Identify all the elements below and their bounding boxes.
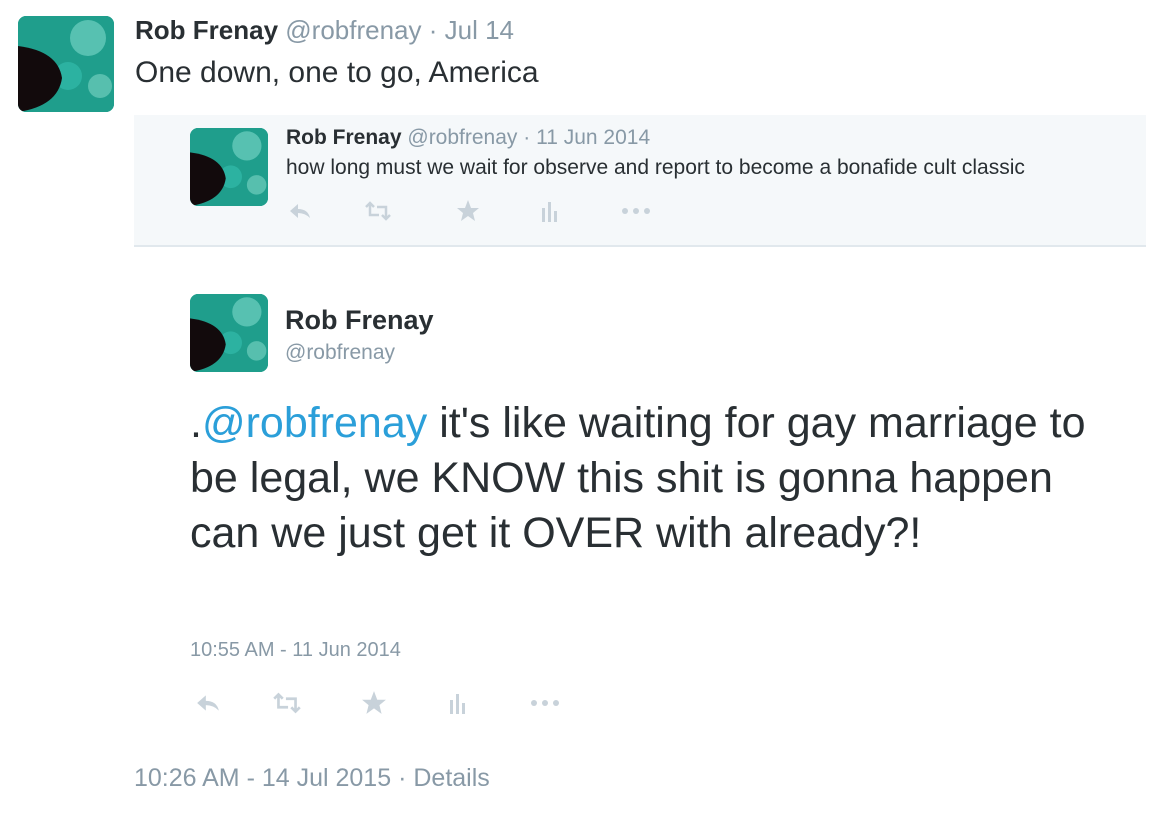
- quoted-tweet-actions: [286, 199, 652, 223]
- retweet-icon[interactable]: [362, 201, 394, 221]
- analytics-icon[interactable]: [446, 692, 470, 714]
- more-icon[interactable]: [620, 207, 652, 215]
- author-handle[interactable]: @robfrenay: [407, 126, 517, 149]
- quoted-tweet-text: how long must we wait for observe and re…: [286, 156, 1025, 179]
- tweet-header: Rob Frenay @robfrenay · Jul 14: [135, 15, 514, 46]
- separator: ·: [428, 15, 438, 45]
- tweet-timestamp[interactable]: 10:26 AM - 14 Jul 2015: [134, 764, 391, 792]
- more-icon[interactable]: [528, 699, 562, 707]
- avatar[interactable]: [190, 294, 268, 372]
- reply-timestamp[interactable]: 10:55 AM - 11 Jun 2014: [190, 639, 401, 662]
- author-name[interactable]: Rob Frenay: [285, 305, 434, 336]
- reply-icon[interactable]: [286, 201, 314, 221]
- reply-tweet-text: .@robfrenay it's like waiting for gay ma…: [190, 396, 1130, 561]
- quoted-tweet[interactable]: Rob Frenay @robfrenay · 11 Jun 2014 how …: [134, 115, 1146, 247]
- author-handle[interactable]: @robfrenay: [285, 341, 395, 365]
- analytics-icon[interactable]: [538, 200, 562, 222]
- separator: ·: [398, 764, 407, 792]
- tweet-text: One down, one to go, America: [135, 56, 539, 89]
- retweet-icon[interactable]: [270, 692, 304, 714]
- avatar[interactable]: [18, 16, 114, 112]
- details-link[interactable]: Details: [413, 764, 489, 792]
- favorite-star-icon[interactable]: [454, 199, 482, 223]
- reply-actions: [194, 690, 562, 716]
- author-handle[interactable]: @robfrenay: [285, 15, 421, 45]
- reply-icon[interactable]: [194, 692, 222, 714]
- author-name[interactable]: Rob Frenay: [135, 15, 278, 45]
- avatar[interactable]: [190, 128, 268, 206]
- text-prefix: .: [190, 399, 202, 447]
- separator: ·: [523, 126, 531, 149]
- favorite-star-icon[interactable]: [360, 690, 388, 716]
- quoted-tweet-header: Rob Frenay @robfrenay · 11 Jun 2014: [286, 126, 650, 150]
- author-name[interactable]: Rob Frenay: [286, 126, 402, 149]
- tweet-date[interactable]: 11 Jun 2014: [536, 126, 650, 149]
- tweet-date[interactable]: Jul 14: [445, 15, 514, 45]
- tweet-timestamp-row: 10:26 AM - 14 Jul 2015 · Details: [134, 764, 490, 793]
- mention-link[interactable]: @robfrenay: [202, 399, 427, 447]
